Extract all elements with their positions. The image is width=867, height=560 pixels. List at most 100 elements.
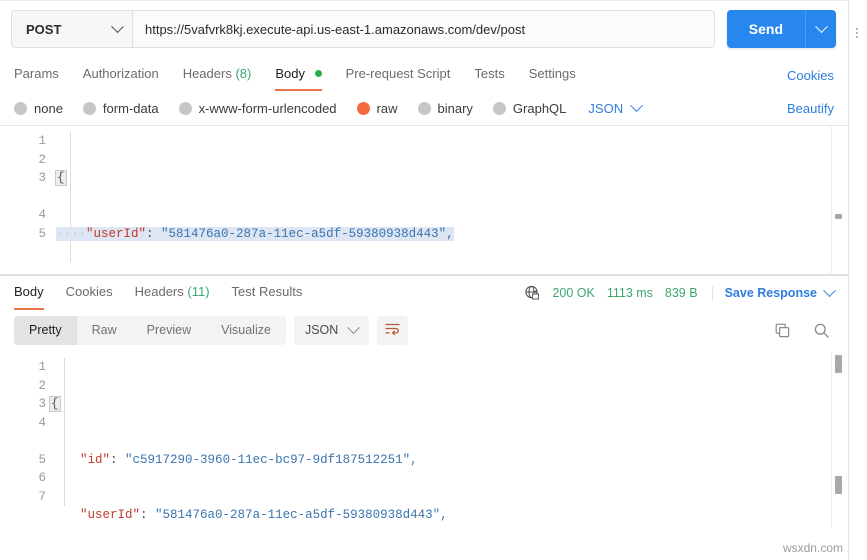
send-options-button[interactable] [805,10,836,48]
view-mode-pretty[interactable]: Pretty [14,315,77,345]
postman-window: POST https://5vafvrk8kj.execute-api.us-e… [0,0,867,560]
radio-icon [82,102,96,115]
json-value-userid: "581476a0-287a-11ec-a5df-59380938d443", [161,226,454,241]
main-content: POST https://5vafvrk8kj.execute-api.us-e… [0,0,848,527]
send-button[interactable]: Send [726,10,805,48]
response-toolbar: Pretty Raw Preview Visualize JSON [0,310,848,352]
tab-settings[interactable]: Settings [529,59,576,91]
body-type-form-data[interactable]: form-data [82,101,159,116]
scrollbar-thumb-bottom[interactable] [835,476,842,494]
indent-dots: ···· [56,226,87,241]
code-line-1: { [49,395,828,414]
headers-count: (11) [187,284,210,299]
json-colon: : [110,452,126,467]
tab-label: Body [14,284,44,299]
request-url-input[interactable]: https://5vafvrk8kj.execute-api.us-east-1… [133,10,715,48]
copy-button[interactable] [774,322,791,339]
request-url-bar: POST https://5vafvrk8kj.execute-api.us-e… [0,0,848,59]
view-mode-visualize[interactable]: Visualize [206,316,286,345]
response-editor-scrollbar[interactable] [831,352,846,527]
radio-label: raw [376,101,398,116]
response-tab-cookies[interactable]: Cookies [66,276,113,310]
json-colon: : [146,226,162,241]
line-number: 1 [38,360,46,374]
radio-icon [417,102,431,115]
response-tab-test-results[interactable]: Test Results [232,276,303,310]
request-body-code[interactable]: { ····"userId": "581476a0-287a-11ec-a5df… [55,126,828,274]
format-label: JSON [588,101,624,116]
body-type-none[interactable]: none [14,101,63,116]
json-key-id: "id" [80,452,111,467]
response-status: 200 OK [552,286,595,300]
save-response-button[interactable]: Save Response [711,283,836,300]
tab-authorization[interactable]: Authorization [83,59,159,91]
tab-label: Cookies [65,284,113,299]
radio-label: binary [437,101,473,116]
tab-label: Params [14,66,59,81]
request-editor-scrollbar[interactable] [831,126,846,274]
tab-pre-request-script[interactable]: Pre-request Script [346,59,451,91]
tab-label: Body [275,66,305,81]
save-response-label: Save Response [724,286,817,300]
headers-count: (8) [235,66,252,81]
open-brace: { [55,170,67,186]
request-tabs: Params Authorization Headers (8) Body Pr… [0,59,848,91]
body-present-indicator-icon [314,70,322,77]
radio-label: GraphQL [512,101,567,116]
line-number: 2 [38,378,46,393]
response-format-select[interactable]: JSON [293,315,370,345]
response-toolbar-actions [774,322,834,339]
line-number: 7 [38,489,46,504]
line-number: 5 [38,226,46,241]
watermark: wsxdn.com [782,541,843,555]
line-number: 2 [38,152,46,167]
request-body-format-select[interactable]: JSON [588,99,643,116]
word-wrap-button[interactable] [377,315,409,345]
more-options-icon[interactable] [856,28,859,42]
tab-headers[interactable]: Headers (8) [183,59,252,91]
tab-label: Settings [528,66,576,81]
response-tab-headers[interactable]: Headers (11) [135,276,210,310]
line-number: 4 [38,208,46,222]
scrollbar-thumb-top[interactable] [835,355,842,373]
http-method-select[interactable]: POST [11,10,133,48]
response-tab-body[interactable]: Body [14,276,44,310]
response-body-editor[interactable]: 1 2 3 4 5 6 7 { "id": "c5917290-3960-11e… [0,352,848,527]
line-number: 3 [38,397,46,411]
line-number: 6 [38,471,46,485]
tab-body[interactable]: Body [275,59,322,91]
json-key-userid: "userId" [80,508,141,522]
view-mode-raw[interactable]: Raw [77,316,132,345]
response-body-code[interactable]: { "id": "c5917290-3960-11ec-bc97-9df1875… [49,352,828,527]
search-button[interactable] [813,322,830,339]
body-type-urlencoded[interactable]: x-www-form-urlencoded [178,101,337,116]
send-button-group: Send [726,10,836,48]
tab-tests[interactable]: Tests [474,59,504,91]
body-type-row: none form-data x-www-form-urlencoded raw… [0,91,848,125]
radio-icon [14,102,27,115]
tab-label: Pre-request Script [345,66,451,81]
request-body-editor[interactable]: 1 2 3 4 5 { ····"userId": "581476a0-287a… [0,125,848,275]
tab-params[interactable]: Params [14,59,59,91]
radio-label: form-data [102,101,159,116]
beautify-button[interactable]: Beautify [787,101,834,116]
body-type-raw[interactable]: raw [356,101,398,116]
radio-icon [178,102,192,115]
cookies-link[interactable]: Cookies [787,68,834,83]
scrollbar-thumb[interactable] [835,214,842,219]
radio-icon [492,102,506,115]
body-type-binary[interactable]: binary [417,101,473,116]
json-key-userid: "userId" [86,226,147,241]
response-size: 839 B [664,286,698,300]
response-editor-gutter: 1 2 3 4 5 6 7 [0,352,56,527]
word-wrap-icon [384,321,401,339]
code-line-2: "id": "c5917290-3960-11ec-bc97-9df187512… [50,451,828,470]
json-colon: : [140,508,156,522]
response-time: 1113 ms [606,286,653,300]
tab-label: Headers [182,66,232,81]
secure-globe-icon [524,285,540,301]
body-type-graphql[interactable]: GraphQL [492,101,567,116]
chevron-down-icon [823,283,836,297]
chevron-down-icon [630,99,643,113]
view-mode-preview[interactable]: Preview [132,316,206,345]
